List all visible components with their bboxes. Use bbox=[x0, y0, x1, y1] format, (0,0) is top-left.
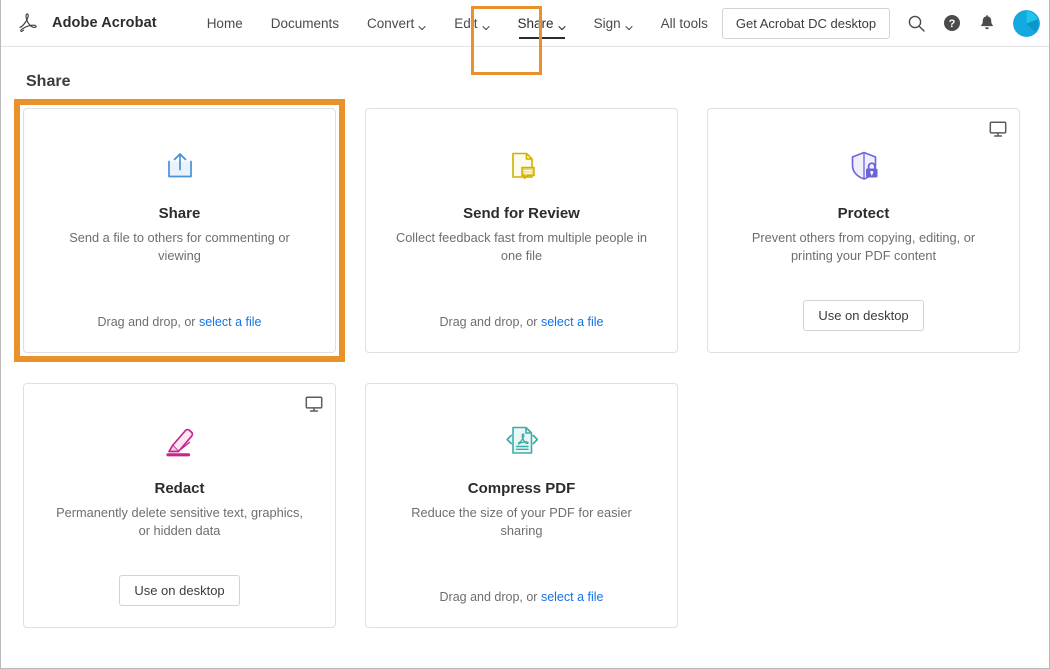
select-a-file-link[interactable]: select a file bbox=[541, 590, 604, 604]
tool-card-footer: Use on desktop bbox=[708, 300, 1019, 331]
desktop-monitor-icon[interactable] bbox=[989, 120, 1007, 138]
chevron-down-icon bbox=[418, 20, 426, 28]
nav-item-sign[interactable]: Sign bbox=[580, 0, 647, 46]
nav-item-convert[interactable]: Convert bbox=[353, 0, 440, 46]
tool-card-footer: Drag and drop, or select a file bbox=[24, 313, 335, 331]
highlighter-marker-icon bbox=[157, 418, 203, 464]
svg-text:?: ? bbox=[949, 18, 956, 30]
chevron-down-icon bbox=[558, 20, 566, 28]
nav-item-home[interactable]: Home bbox=[193, 0, 257, 46]
tool-card-title: Redact bbox=[154, 480, 204, 497]
nav-item-label: Share bbox=[518, 16, 554, 31]
nav-item-edit[interactable]: Edit bbox=[440, 0, 503, 46]
nav-item-label: All tools bbox=[661, 16, 708, 31]
user-avatar[interactable] bbox=[1013, 10, 1040, 37]
dropzone-text: Drag and drop, or select a file bbox=[98, 315, 262, 329]
tool-card-compress-pdf[interactable]: Compress PDF Reduce the size of your PDF… bbox=[365, 383, 678, 628]
desktop-monitor-icon[interactable] bbox=[305, 395, 323, 413]
tool-card-footer: Drag and drop, or select a file bbox=[366, 588, 677, 606]
tool-card-footer: Use on desktop bbox=[24, 575, 335, 606]
tool-card-title: Compress PDF bbox=[468, 480, 576, 497]
nav-item-share[interactable]: Share bbox=[504, 0, 580, 46]
tool-card-slot-redact: Redact Permanently delete sensitive text… bbox=[23, 383, 336, 628]
tool-card-redact[interactable]: Redact Permanently delete sensitive text… bbox=[23, 383, 336, 628]
upload-icon bbox=[158, 143, 202, 189]
active-tab-indicator bbox=[519, 37, 565, 40]
app-title: Adobe Acrobat bbox=[52, 15, 157, 31]
tool-card-protect[interactable]: Protect Prevent others from copying, edi… bbox=[707, 108, 1020, 353]
tool-card-send-for-review[interactable]: Send for Review Collect feedback fast fr… bbox=[365, 108, 678, 353]
tool-card-title: Protect bbox=[838, 205, 890, 222]
tool-card-description: Prevent others from copying, editing, or… bbox=[738, 229, 990, 265]
bell-icon[interactable] bbox=[978, 14, 996, 32]
drop-prompt: Drag and drop, or bbox=[440, 315, 541, 329]
help-icon[interactable]: ? bbox=[943, 14, 961, 32]
tool-card-description: Reduce the size of your PDF for easier s… bbox=[396, 504, 648, 540]
adobe-acrobat-logo-icon bbox=[15, 8, 41, 39]
acrobat-web-window: Adobe Acrobat Home Documents Convert Edi… bbox=[0, 0, 1050, 669]
tool-card-footer: Drag and drop, or select a file bbox=[366, 313, 677, 331]
nav-item-label: Convert bbox=[367, 16, 414, 31]
use-on-desktop-button[interactable]: Use on desktop bbox=[803, 300, 923, 331]
document-comment-icon bbox=[500, 143, 544, 189]
tool-card-share[interactable]: Share Send a file to others for commenti… bbox=[23, 108, 336, 353]
nav-item-documents[interactable]: Documents bbox=[257, 0, 353, 46]
tool-card-title: Send for Review bbox=[463, 205, 580, 222]
tool-card-grid: Share Send a file to others for commenti… bbox=[23, 108, 1027, 628]
dropzone-text: Drag and drop, or select a file bbox=[440, 315, 604, 329]
brand[interactable]: Adobe Acrobat bbox=[15, 8, 157, 39]
tool-card-description: Collect feedback fast from multiple peop… bbox=[396, 229, 648, 265]
nav-item-label: Documents bbox=[271, 16, 339, 31]
shield-lock-icon bbox=[842, 143, 886, 189]
search-icon[interactable] bbox=[907, 14, 926, 33]
compress-pdf-icon bbox=[499, 418, 545, 464]
nav-item-all-tools[interactable]: All tools bbox=[647, 0, 722, 46]
tool-card-description: Send a file to others for commenting or … bbox=[54, 229, 306, 265]
nav-item-label: Edit bbox=[454, 16, 477, 31]
main-nav: Home Documents Convert Edit Share bbox=[193, 0, 722, 46]
tool-card-description: Permanently delete sensitive text, graph… bbox=[54, 504, 306, 540]
page-title: Share bbox=[23, 73, 1027, 91]
tool-card-title: Share bbox=[159, 205, 201, 222]
app-header: Adobe Acrobat Home Documents Convert Edi… bbox=[1, 0, 1049, 47]
drop-prompt: Drag and drop, or bbox=[440, 590, 541, 604]
select-a-file-link[interactable]: select a file bbox=[541, 315, 604, 329]
dropzone-text: Drag and drop, or select a file bbox=[440, 590, 604, 604]
get-acrobat-desktop-button[interactable]: Get Acrobat DC desktop bbox=[722, 8, 890, 39]
tool-card-slot-compress-pdf: Compress PDF Reduce the size of your PDF… bbox=[365, 383, 678, 628]
tool-card-slot-protect: Protect Prevent others from copying, edi… bbox=[707, 108, 1020, 353]
drop-prompt: Drag and drop, or bbox=[98, 315, 199, 329]
tool-card-slot-share: Share Send a file to others for commenti… bbox=[14, 99, 345, 362]
nav-item-label: Home bbox=[207, 16, 243, 31]
main-content: Share Share Send a file to others for co… bbox=[1, 47, 1049, 628]
chevron-down-icon bbox=[625, 20, 633, 28]
nav-item-label: Sign bbox=[594, 16, 621, 31]
tool-card-slot-send-for-review: Send for Review Collect feedback fast fr… bbox=[365, 108, 678, 353]
select-a-file-link[interactable]: select a file bbox=[199, 315, 262, 329]
chevron-down-icon bbox=[482, 20, 490, 28]
use-on-desktop-button[interactable]: Use on desktop bbox=[119, 575, 239, 606]
header-actions: Get Acrobat DC desktop ? bbox=[722, 8, 1040, 39]
